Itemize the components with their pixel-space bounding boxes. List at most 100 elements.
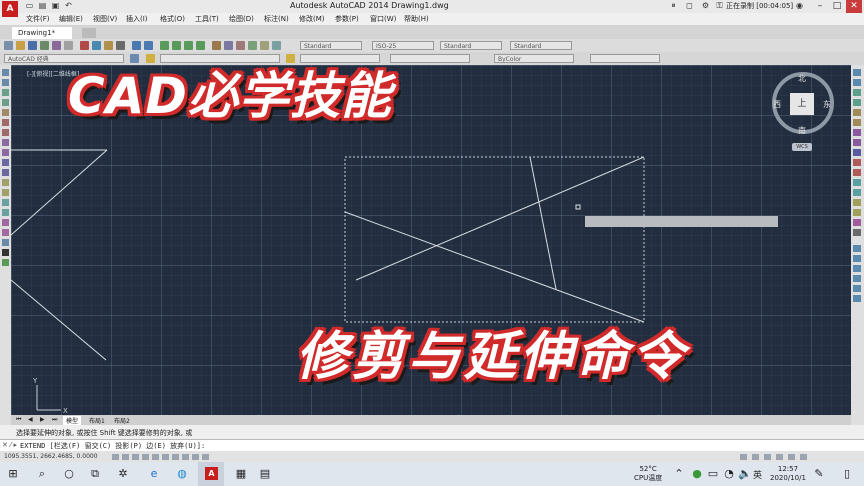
close-button[interactable]: ✕ [846,0,862,13]
command-line-controls[interactable]: ✕ ⁄ ▸ [2,441,17,449]
search-icon[interactable]: ⌕ [35,467,49,481]
compass-north[interactable]: 北 [798,73,806,84]
coordinate-readout[interactable]: 1095.3551, 2662.4685, 0.0000 [4,453,98,460]
table-style-select[interactable]: Standard [440,41,502,50]
notifications-icon[interactable]: ▯ [840,467,854,481]
multiline-text-icon[interactable] [2,249,9,256]
ellipse-icon[interactable] [2,159,9,166]
tab-layout2[interactable]: 布局2 [111,416,133,425]
menu-edit[interactable]: 编辑(E) [59,14,83,24]
preview-icon[interactable] [52,41,61,50]
quickcalc-icon[interactable] [272,41,281,50]
table-icon[interactable] [2,239,9,246]
undo-icon[interactable]: ↶ [63,1,74,11]
dynamic-input-icon[interactable] [182,454,189,460]
polar-tracking-icon[interactable] [142,454,149,460]
explode-icon[interactable] [853,229,861,236]
show-hidden-icons[interactable]: ⌃ [672,467,686,481]
dynamic-ucs-icon[interactable] [172,454,179,460]
redo-icon[interactable] [144,41,153,50]
dimension-radius-icon[interactable] [853,265,861,272]
chamfer-icon[interactable] [853,209,861,216]
menu-tools[interactable]: 工具(T) [195,14,219,24]
task-view-icon[interactable]: ⧉ [88,467,102,481]
multileader-style-select[interactable]: Standard [510,41,572,50]
compass-east[interactable]: 东 [823,99,831,110]
compass-west[interactable]: 西 [773,99,781,110]
menu-view[interactable]: 视图(V) [93,14,117,24]
design-center-icon[interactable] [224,41,233,50]
lineweight-icon[interactable] [192,454,199,460]
prev-layout-icon[interactable]: ◀ [25,416,36,423]
next-layout-icon[interactable]: ▶ [37,416,48,423]
stop-icon[interactable]: ◻ [684,1,695,11]
dimension-angular-icon[interactable] [853,285,861,292]
zoom-previous-icon[interactable] [196,41,205,50]
save-icon[interactable] [28,41,37,50]
array-icon[interactable] [853,109,861,116]
tab-drawing1[interactable]: Drawing1* [12,27,72,39]
fan-app-icon[interactable]: ✲ [116,467,130,481]
app-icon-1[interactable]: ▦ [234,467,248,481]
region-icon[interactable] [2,229,9,236]
menu-window[interactable]: 窗口(W) [370,14,396,24]
pan-icon[interactable] [160,41,169,50]
paste-icon[interactable] [104,41,113,50]
menu-file[interactable]: 文件(F) [26,14,50,24]
lock-icon[interactable]: ⚿ [714,1,725,11]
dim-style-select[interactable]: ISO-25 [372,41,434,50]
dimension-aligned-icon[interactable] [853,255,861,262]
menu-format[interactable]: 格式(O) [160,14,185,24]
command-prompt[interactable]: EXTEND [栏选(F) 窗交(C) 投影(P) 边(E) 放弃(U)]: [20,441,205,451]
linetype-select[interactable] [390,54,470,63]
construction-line-icon[interactable] [2,79,9,86]
input-method-indicator[interactable]: 英 [753,468,762,481]
dimension-linear-icon[interactable] [853,245,861,252]
maximize-button[interactable]: □ [829,0,845,13]
add-selected-icon[interactable] [2,259,9,266]
cut-icon[interactable] [80,41,89,50]
ellipse-arc-icon[interactable] [2,169,9,176]
snap-mode-icon[interactable] [112,454,119,460]
sheet-set-icon[interactable] [248,41,257,50]
annotation-visibility-icon[interactable] [752,454,759,460]
copy-icon[interactable] [92,41,101,50]
open-icon[interactable] [16,41,25,50]
offset-icon[interactable] [853,99,861,106]
command-line[interactable]: ✕ ⁄ ▸ EXTEND [栏选(F) 窗交(C) 投影(P) 边(E) 放弃(… [0,439,864,451]
system-clock[interactable]: 12:57 2020/10/1 [770,465,806,483]
insert-block-icon[interactable] [2,179,9,186]
spline-icon[interactable] [2,149,9,156]
new-tab-button[interactable] [82,28,96,38]
menu-draw[interactable]: 绘图(D) [229,14,254,24]
app-icon-2[interactable]: ▤ [258,467,272,481]
join-icon[interactable] [853,199,861,206]
menu-dimension[interactable]: 标注(N) [264,14,289,24]
menu-help[interactable]: 帮助(H) [404,14,429,24]
edge-browser-icon[interactable]: e [147,467,161,481]
menu-parametric[interactable]: 参数(P) [335,14,359,24]
network-icon[interactable]: ▭ [706,467,720,481]
camera-icon[interactable]: ◉ [794,1,805,11]
ortho-mode-icon[interactable] [132,454,139,460]
plot-style-select[interactable] [590,54,660,63]
dimension-baseline-icon[interactable] [853,295,861,302]
save-icon[interactable]: ▣ [50,1,61,11]
mirror-icon[interactable] [853,89,861,96]
isolate-objects-icon[interactable] [788,454,795,460]
object-snap-tracking-icon[interactable] [162,454,169,460]
tab-layout1[interactable]: 布局1 [86,416,108,425]
zoom-window-icon[interactable] [184,41,193,50]
edge-chromium-icon[interactable]: ◍ [175,467,189,481]
settings-icon[interactable]: ⚙ [700,1,711,11]
properties-icon[interactable] [212,41,221,50]
undo-icon[interactable] [132,41,141,50]
lock-ui-icon[interactable] [776,454,783,460]
menu-modify[interactable]: 修改(M) [299,14,325,24]
point-icon[interactable] [2,199,9,206]
match-properties-icon[interactable] [116,41,125,50]
scale-icon[interactable] [853,139,861,146]
grid-display-icon[interactable] [122,454,129,460]
rectangle-icon[interactable] [2,109,9,116]
clean-screen-icon[interactable] [800,454,807,460]
